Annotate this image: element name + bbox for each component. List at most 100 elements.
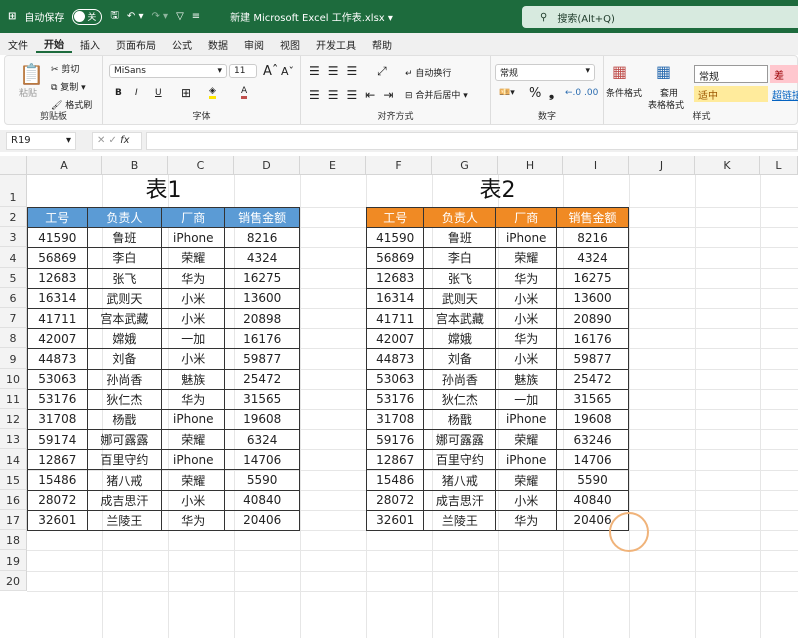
bold-button[interactable]: B	[115, 88, 122, 98]
table-cell[interactable]: 武则天	[86, 287, 163, 309]
table-cell[interactable]: 31565	[224, 388, 300, 410]
table-cell[interactable]: iPhone	[495, 227, 558, 249]
table-cell[interactable]: 张飞	[423, 267, 497, 289]
row-header[interactable]: 7	[0, 308, 27, 329]
column-heading[interactable]: 负责人	[423, 206, 497, 229]
table-cell[interactable]: 荣耀	[161, 429, 226, 451]
table-cell[interactable]: iPhone	[495, 408, 558, 431]
row-header[interactable]: 2	[0, 207, 27, 228]
cut-button[interactable]: ✂ 剪切	[51, 62, 79, 75]
table-cell[interactable]: 13600	[224, 287, 300, 309]
table-cell[interactable]: 6324	[224, 429, 300, 451]
number-format-select[interactable]: 常规 ▾	[495, 64, 595, 81]
row-header[interactable]: 8	[0, 328, 27, 349]
table-cell[interactable]: 41711	[27, 307, 88, 330]
table-cell[interactable]: 嫦娥	[86, 328, 163, 350]
redo-icon[interactable]: ↷ ▾	[152, 11, 169, 22]
table-cell[interactable]: 李白	[86, 247, 163, 269]
table-cell[interactable]: 荣耀	[161, 247, 226, 269]
table-cell[interactable]: 小米	[161, 307, 226, 330]
table-cell[interactable]: 13600	[556, 287, 629, 309]
menu-tab[interactable]: 文件	[0, 37, 36, 52]
table-cell[interactable]: 成吉思汗	[423, 489, 497, 511]
menu-tab[interactable]: 开始	[36, 36, 72, 53]
column-heading[interactable]: 厂商	[161, 206, 226, 229]
table-format-icon[interactable]: ▦	[656, 62, 671, 81]
table-cell[interactable]: 华为	[495, 328, 558, 350]
row-header[interactable]: 6	[0, 287, 27, 308]
formula-input[interactable]	[146, 132, 798, 150]
table-cell[interactable]: 荣耀	[161, 469, 226, 491]
table-cell[interactable]: 20406	[224, 509, 300, 532]
table-cell[interactable]: 小米	[161, 489, 226, 511]
table-cell[interactable]: iPhone	[161, 227, 226, 249]
table-cell[interactable]: 32601	[365, 509, 425, 532]
save-icon[interactable]: 🖫	[110, 8, 119, 25]
table-cell[interactable]: 兰陵王	[423, 509, 497, 532]
table-cell[interactable]: 53176	[365, 388, 425, 410]
autosave-toggle[interactable]: 关	[72, 8, 103, 25]
row-header[interactable]: 20	[0, 570, 27, 591]
filter-icon[interactable]: ▽	[176, 11, 184, 22]
column-heading[interactable]: 销售金额	[556, 206, 629, 229]
column-heading[interactable]: 销售金额	[224, 206, 300, 229]
conditional-format-button[interactable]: 条件格式	[606, 86, 642, 99]
row-header[interactable]: 17	[0, 510, 27, 531]
table-cell[interactable]: 华为	[161, 509, 226, 532]
column-heading[interactable]: 工号	[365, 206, 425, 229]
table-cell[interactable]: 小米	[161, 287, 226, 309]
table-cell[interactable]: 小米	[161, 348, 226, 370]
menu-tab[interactable]: 数据	[200, 37, 236, 52]
menu-tab[interactable]: 帮助	[364, 37, 400, 52]
table-cell[interactable]: 孙尚香	[423, 368, 497, 390]
table-cell[interactable]: 41590	[27, 227, 88, 249]
table-cell[interactable]: 4324	[556, 247, 629, 269]
table-cell[interactable]: 41590	[365, 227, 425, 249]
table-cell[interactable]: 16176	[556, 328, 629, 350]
table-cell[interactable]: 28072	[27, 489, 88, 511]
style-normal[interactable]: 常规	[694, 65, 768, 83]
table-cell[interactable]: 25472	[224, 368, 300, 390]
paste-icon[interactable]: 📋	[19, 62, 44, 86]
conditional-format-icon[interactable]: ▦	[612, 62, 627, 81]
font-color-icon[interactable]: A	[241, 86, 248, 99]
table-cell[interactable]: 16314	[27, 287, 88, 309]
wrap-text-button[interactable]: ↵ 自动换行	[405, 66, 451, 79]
table-cell[interactable]: 狄仁杰	[423, 388, 497, 410]
menu-tab[interactable]: 开发工具	[308, 37, 364, 52]
row-header[interactable]: 16	[0, 489, 27, 510]
table-cell[interactable]: 16314	[365, 287, 425, 309]
table-cell[interactable]: 15486	[365, 469, 425, 491]
table-cell[interactable]: 59877	[556, 348, 629, 370]
table-cell[interactable]: 鲁班	[86, 227, 163, 249]
table-cell[interactable]: 53176	[27, 388, 88, 410]
table-cell[interactable]: 40840	[556, 489, 629, 511]
style-hyperlink[interactable]: 超链接	[772, 87, 798, 102]
table-cell[interactable]: 19608	[556, 408, 629, 431]
table-cell[interactable]: 31708	[27, 408, 88, 431]
table-cell[interactable]: 刘备	[423, 348, 497, 370]
column-heading[interactable]: 工号	[27, 206, 88, 229]
table-cell[interactable]: 31565	[556, 388, 629, 410]
italic-button[interactable]: I	[135, 88, 138, 98]
search-input[interactable]: ⚲ 搜索(Alt+Q)	[522, 6, 798, 28]
fill-color-icon[interactable]: ◈	[209, 86, 216, 99]
table-cell[interactable]: 59877	[224, 348, 300, 370]
table-cell[interactable]: 31708	[365, 408, 425, 431]
table-cell[interactable]: iPhone	[161, 449, 226, 471]
font-size-select[interactable]: 11	[229, 64, 257, 78]
table-cell[interactable]: 42007	[27, 328, 88, 350]
column-header[interactable]: K	[695, 156, 760, 175]
font-name-select[interactable]: MiSans ▾	[109, 64, 227, 78]
table-cell[interactable]: 53063	[27, 368, 88, 390]
table-cell[interactable]: 小米	[495, 489, 558, 511]
menu-tab[interactable]: 审阅	[236, 37, 272, 52]
table-cell[interactable]: 宫本武藏	[86, 307, 163, 330]
table-cell[interactable]: 14706	[224, 449, 300, 471]
table-cell[interactable]: 荣耀	[495, 469, 558, 491]
select-all-corner[interactable]	[0, 156, 27, 175]
style-bad[interactable]: 差	[770, 65, 798, 83]
column-header[interactable]: L	[760, 156, 798, 175]
table-cell[interactable]: 53063	[365, 368, 425, 390]
table-cell[interactable]: 15486	[27, 469, 88, 491]
